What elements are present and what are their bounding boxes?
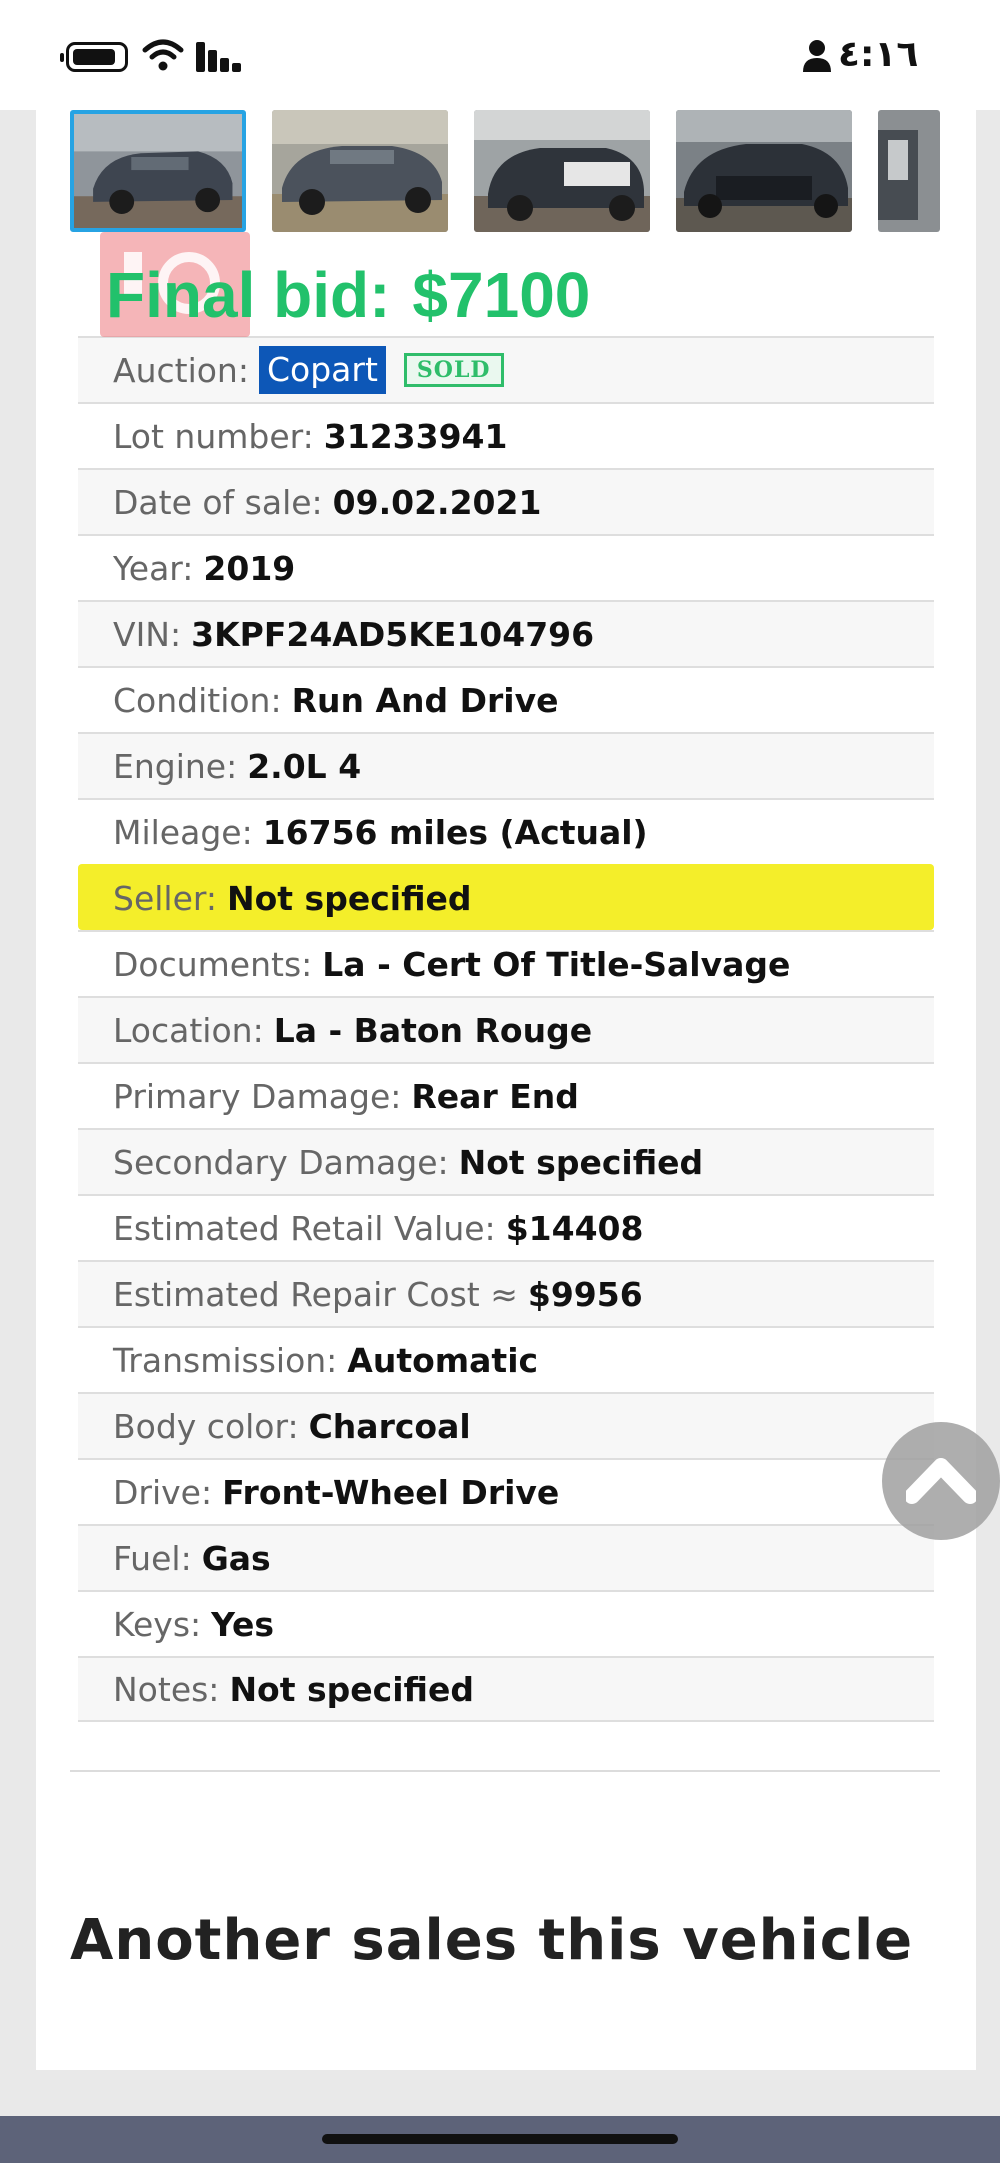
spec-value: 2.0L 4 xyxy=(247,746,362,786)
spec-value: Charcoal xyxy=(308,1406,471,1446)
spec-label: Seller: xyxy=(113,878,217,918)
auction-copart-badge: Copart xyxy=(258,346,386,394)
spec-value: Front-Wheel Drive xyxy=(222,1472,560,1512)
status-bar: ٤:١٦ xyxy=(0,0,1000,110)
spec-value: Run And Drive xyxy=(291,680,559,720)
spec-row-documents: Documents: La - Cert Of Title-Salvage xyxy=(78,930,934,996)
vehicle-spec-list: Auction: Copart SOLD Lot number: 3123394… xyxy=(78,336,934,1722)
spec-row-mileage: Mileage: 16756 miles (Actual) xyxy=(78,798,934,864)
spec-value: 09.02.2021 xyxy=(332,482,542,522)
spec-value: Not specified xyxy=(229,1669,474,1709)
spec-label: Mileage: xyxy=(113,812,253,852)
spec-value: Gas xyxy=(201,1538,271,1578)
spec-value: $9956 xyxy=(527,1274,643,1314)
spec-label: Notes: xyxy=(113,1669,220,1709)
spec-row-year: Year: 2019 xyxy=(78,534,934,600)
spec-row-engine: Engine: 2.0L 4 xyxy=(78,732,934,798)
spec-value: Rear End xyxy=(411,1076,579,1116)
spec-value: Not specified xyxy=(458,1142,704,1182)
spec-label: Primary Damage: xyxy=(113,1076,402,1116)
spec-value: 2019 xyxy=(203,548,296,588)
spec-label: Estimated Retail Value: xyxy=(113,1208,496,1248)
sold-stamp-badge: SOLD xyxy=(403,353,504,387)
spec-row-lot-number: Lot number: 31233941 xyxy=(78,402,934,468)
final-bid-amount: $7100 xyxy=(412,259,591,331)
spec-label: Transmission: xyxy=(113,1340,338,1380)
spec-label: Documents: xyxy=(113,944,313,984)
another-sales-heading: Another sales this vehicle xyxy=(70,1908,914,1973)
spec-value: La - Cert Of Title-Salvage xyxy=(322,944,791,984)
spec-row-auction: Auction: Copart SOLD xyxy=(78,336,934,402)
spec-label: Fuel: xyxy=(113,1538,192,1578)
spec-label: VIN: xyxy=(113,614,182,654)
spec-row-secondary-damage: Secondary Damage: Not specified xyxy=(78,1128,934,1194)
spec-row-retail-value: Estimated Retail Value: $14408 xyxy=(78,1194,934,1260)
spec-label: Engine: xyxy=(113,746,238,786)
spec-value: 16756 miles (Actual) xyxy=(262,812,648,852)
spec-row-repair-cost: Estimated Repair Cost ≈ $9956 xyxy=(78,1260,934,1326)
spec-label: Secondary Damage: xyxy=(113,1142,449,1182)
chevron-up-icon xyxy=(906,1458,976,1504)
spec-label: Keys: xyxy=(113,1604,202,1644)
wifi-icon xyxy=(142,39,184,71)
gallery-thumbnail[interactable] xyxy=(676,110,852,232)
home-indicator[interactable] xyxy=(322,2134,678,2144)
battery-icon xyxy=(60,42,128,72)
gallery-thumbnail[interactable] xyxy=(878,110,940,232)
status-time: ٤:١٦ xyxy=(838,34,919,75)
section-divider xyxy=(70,1770,940,1772)
spec-value: $14408 xyxy=(505,1208,644,1248)
spec-row-date-of-sale: Date of sale: 09.02.2021 xyxy=(78,468,934,534)
spec-label: Auction: xyxy=(113,350,249,390)
spec-value: Automatic xyxy=(347,1340,539,1380)
spec-label: Lot number: xyxy=(113,416,314,456)
gallery-thumbnail[interactable] xyxy=(272,110,448,232)
spec-row-keys: Keys: Yes xyxy=(78,1590,934,1656)
spec-row-drive: Drive: Front-Wheel Drive xyxy=(78,1458,934,1524)
spec-row-condition: Condition: Run And Drive xyxy=(78,666,934,732)
spec-value: Not specified xyxy=(227,878,472,918)
spec-label: Date of sale: xyxy=(113,482,323,522)
spec-label: Location: xyxy=(113,1010,264,1050)
spec-label: Drive: xyxy=(113,1472,213,1512)
spec-row-fuel: Fuel: Gas xyxy=(78,1524,934,1590)
scroll-to-top-button[interactable] xyxy=(882,1422,1000,1540)
person-icon xyxy=(803,40,831,72)
gallery-thumbnail-selected[interactable] xyxy=(70,110,246,232)
spec-label: Condition: xyxy=(113,680,282,720)
spec-row-vin: VIN: 3KPF24AD5KE104796 xyxy=(78,600,934,666)
gallery-thumbnail[interactable] xyxy=(474,110,650,232)
spec-row-body-color: Body color: Charcoal xyxy=(78,1392,934,1458)
spec-value: 3KPF24AD5KE104796 xyxy=(191,614,595,654)
photo-gallery[interactable] xyxy=(70,110,940,232)
final-bid: Final bid: $7100 xyxy=(106,258,590,332)
cellular-signal-icon xyxy=(196,40,244,72)
system-bottom-bar xyxy=(0,2116,1000,2163)
spec-label: Body color: xyxy=(113,1406,299,1446)
spec-value: La - Baton Rouge xyxy=(273,1010,593,1050)
spec-value: 31233941 xyxy=(323,416,508,456)
final-bid-label: Final bid: xyxy=(106,259,391,331)
spec-row-transmission: Transmission: Automatic xyxy=(78,1326,934,1392)
spec-value: Yes xyxy=(211,1604,275,1644)
spec-row-primary-damage: Primary Damage: Rear End xyxy=(78,1062,934,1128)
spec-label: Estimated Repair Cost ≈ xyxy=(113,1274,518,1314)
spec-row-location: Location: La - Baton Rouge xyxy=(78,996,934,1062)
spec-row-notes: Notes: Not specified xyxy=(78,1656,934,1722)
spec-row-seller: Seller: Not specified xyxy=(78,864,934,930)
spec-label: Year: xyxy=(113,548,194,588)
